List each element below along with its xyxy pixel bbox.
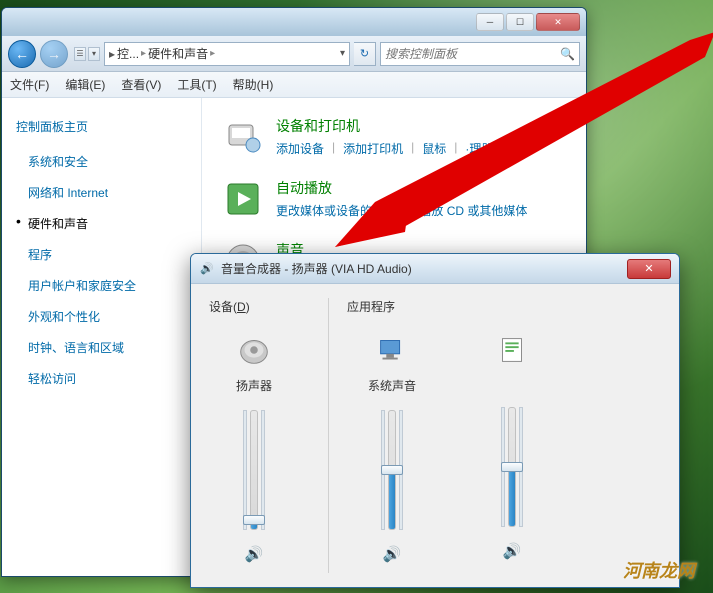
mute-button[interactable]: 🔊 [244, 544, 264, 564]
sidebar-item-4[interactable]: 用户帐户和家庭安全 [16, 277, 187, 294]
vm-title: 音量合成器 - 扬声器 (VIA HD Audio) [221, 260, 627, 277]
vm-body: 设备(D) 扬声器 🔊 应用程序 系统声音 🔊 🔊 [191, 284, 679, 587]
category-0: 设备和打印机添加设备|添加打印机|鼠标|·理器 [222, 116, 566, 158]
category-icon [222, 116, 264, 158]
search-input[interactable] [385, 47, 575, 61]
volume-slider[interactable] [377, 410, 407, 530]
category-link[interactable]: ·理器 [465, 140, 493, 157]
breadcrumb-root[interactable]: 控... [117, 45, 139, 62]
vm-titlebar[interactable]: 🔊 音量合成器 - 扬声器 (VIA HD Audio) ✕ [191, 254, 679, 284]
breadcrumb-current[interactable]: 硬件和声音 [148, 45, 208, 62]
volume-channel: 🔊 [467, 329, 557, 564]
category-link[interactable]: 更改媒体或设备的" [276, 202, 376, 219]
menu-file[interactable]: 文件(F) [10, 76, 49, 93]
menu-bar: 文件(F) 编辑(E) 查看(V) 工具(T) 帮助(H) [2, 72, 586, 98]
device-section-title: 设备(D) [209, 298, 318, 315]
slider-thumb[interactable] [243, 515, 265, 525]
sidebar-item-2[interactable]: 硬件和声音 [16, 215, 187, 232]
minimize-button[interactable]: ─ [476, 13, 504, 31]
cp-titlebar[interactable]: ─ ☐ ✕ [2, 8, 586, 36]
breadcrumb-separator: ▸ [210, 48, 215, 59]
close-button[interactable]: ✕ [536, 13, 580, 31]
breadcrumb-separator: ▸ [141, 48, 146, 59]
sidebar-item-1[interactable]: 网络和 Internet [16, 184, 187, 201]
sidebar-home[interactable]: 控制面板主页 [16, 118, 187, 135]
sidebar-item-0[interactable]: 系统和安全 [16, 153, 187, 170]
sidebar: 控制面板主页 系统和安全网络和 Internet 硬件和声音程序用户帐户和家庭安全… [2, 98, 202, 576]
channel-name: 系统声音 [368, 377, 416, 394]
menu-edit[interactable]: 编辑(E) [65, 76, 105, 93]
nav-history-dropdown[interactable]: ☰▾ [74, 47, 100, 61]
apps-section: 应用程序 系统声音 🔊 🔊 [329, 298, 661, 573]
sidebar-item-7[interactable]: 轻松访问 [16, 370, 187, 387]
category-link[interactable]: 自动播放 CD 或其他媒体 [395, 202, 527, 219]
refresh-button[interactable]: ↻ [354, 42, 376, 66]
breadcrumb-dropdown-icon[interactable]: ▾ [340, 48, 345, 59]
sidebar-item-5[interactable]: 外观和个性化 [16, 308, 187, 325]
menu-help[interactable]: 帮助(H) [233, 76, 274, 93]
channel-name: 扬声器 [236, 377, 272, 394]
volume-channel: 扬声器 🔊 [209, 329, 299, 564]
system-icon[interactable] [371, 329, 413, 371]
breadcrumb[interactable]: ▸ 控... ▸ 硬件和声音 ▸ ▾ [104, 42, 350, 66]
sidebar-item-3[interactable]: 程序 [16, 246, 187, 263]
menu-view[interactable]: 查看(V) [121, 76, 161, 93]
category-link[interactable]: 添加打印机 [343, 140, 403, 157]
volume-slider[interactable] [239, 410, 269, 530]
volume-channel: 系统声音 🔊 [347, 329, 437, 564]
maximize-button[interactable]: ☐ [506, 13, 534, 31]
mute-button[interactable]: 🔊 [502, 541, 522, 561]
device-section: 设备(D) 扬声器 🔊 [209, 298, 329, 573]
apps-section-title: 应用程序 [347, 298, 661, 315]
sidebar-item-6[interactable]: 时钟、语言和区域 [16, 339, 187, 356]
slider-thumb[interactable] [501, 462, 523, 472]
address-bar: ← → ☰▾ ▸ 控... ▸ 硬件和声音 ▸ ▾ ↻ 🔍 [2, 36, 586, 72]
slider-thumb[interactable] [381, 465, 403, 475]
category-link[interactable]: 鼠标 [422, 140, 446, 157]
category-title[interactable]: 设备和打印机 [276, 116, 566, 136]
mute-button[interactable]: 🔊 [382, 544, 402, 564]
forward-button[interactable]: → [40, 40, 68, 68]
menu-tools[interactable]: 工具(T) [177, 76, 216, 93]
volume-mixer-window: 🔊 音量合成器 - 扬声器 (VIA HD Audio) ✕ 设备(D) 扬声器… [190, 253, 680, 588]
back-button[interactable]: ← [8, 40, 36, 68]
category-1: 自动播放更改媒体或设备的"|自动播放 CD 或其他媒体 [222, 178, 566, 220]
vm-close-button[interactable]: ✕ [627, 259, 671, 279]
search-field[interactable]: 🔍 [380, 42, 580, 66]
category-icon [222, 178, 264, 220]
volume-slider[interactable] [497, 407, 527, 527]
search-icon: 🔍 [560, 47, 575, 61]
breadcrumb-arrow-icon: ▸ [109, 47, 115, 61]
channel-name [510, 377, 513, 391]
category-title[interactable]: 自动播放 [276, 178, 566, 198]
speaker-icon: 🔊 [199, 261, 215, 277]
app-icon[interactable] [491, 329, 533, 371]
speaker-icon[interactable] [233, 329, 275, 371]
category-link[interactable]: 添加设备 [276, 140, 324, 157]
